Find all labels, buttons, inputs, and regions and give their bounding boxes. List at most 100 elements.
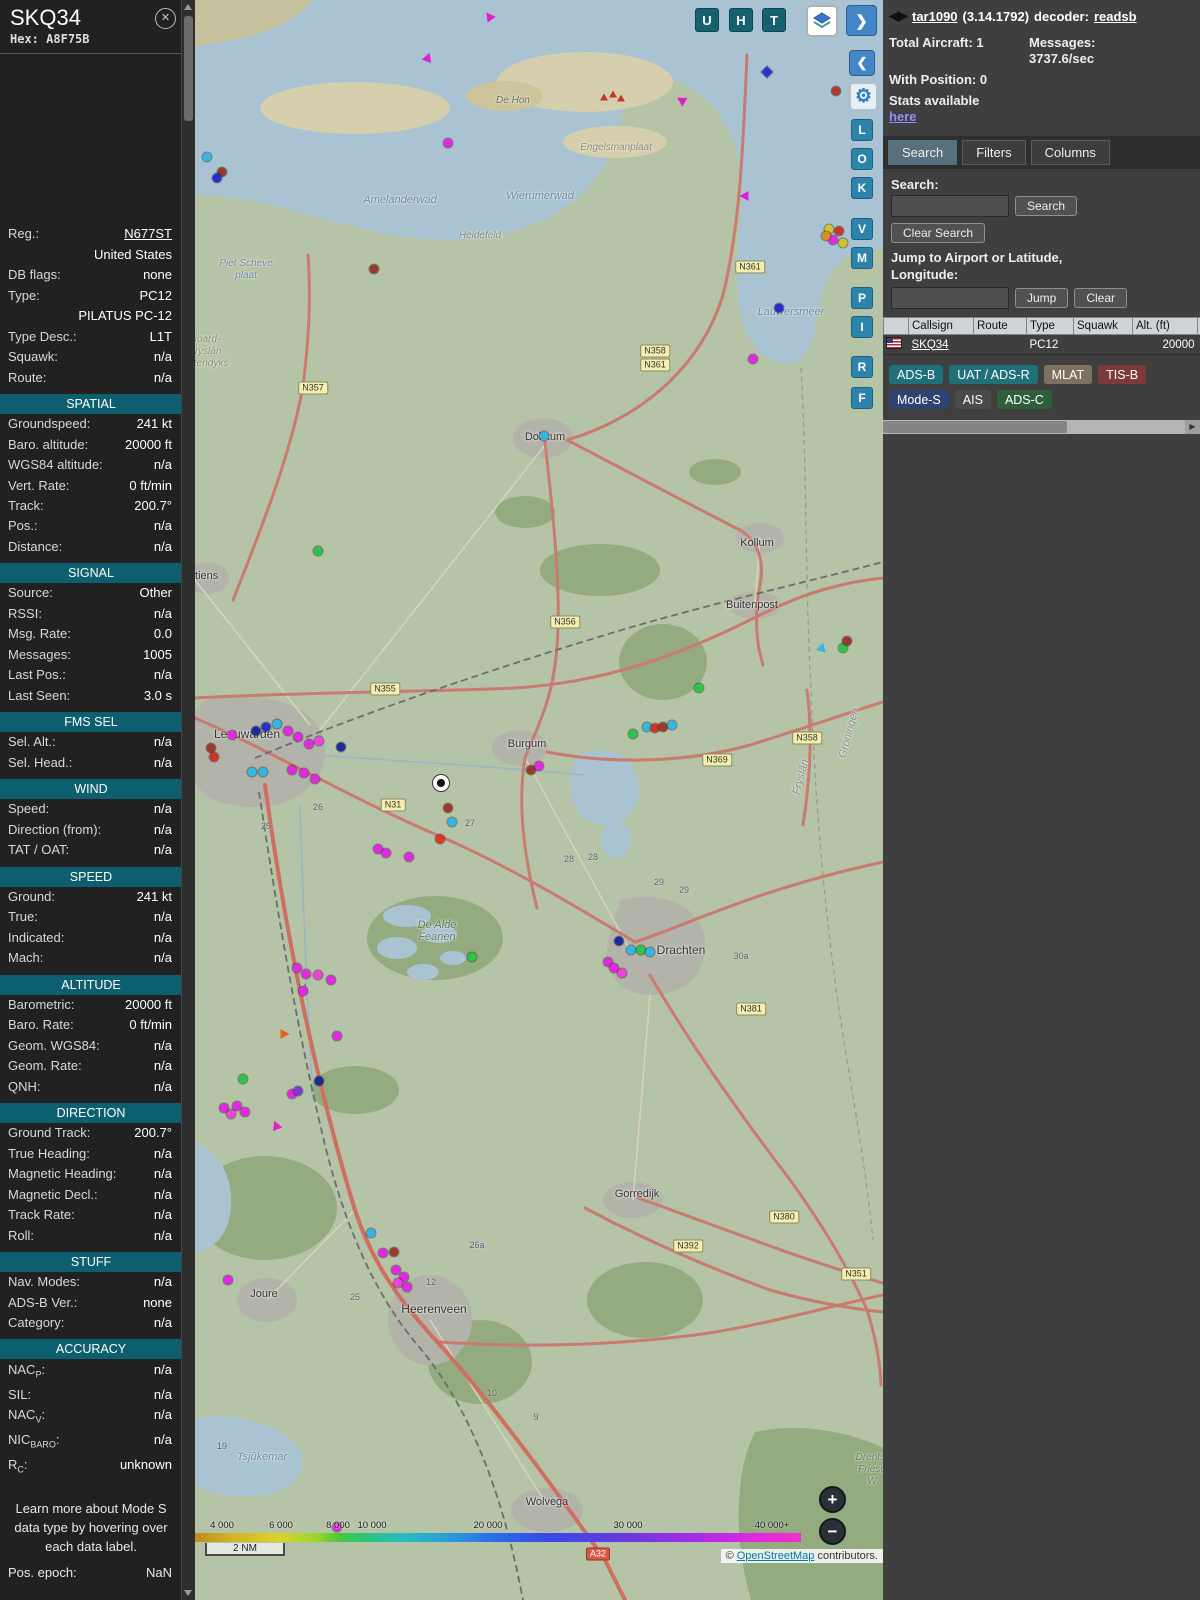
filter-tis-b[interactable]: TIS-B — [1098, 365, 1147, 384]
aircraft-marker[interactable] — [534, 761, 544, 771]
filter-ais[interactable]: AIS — [954, 390, 991, 409]
aircraft-marker[interactable] — [332, 1031, 342, 1041]
aircraft-marker[interactable] — [272, 719, 282, 729]
aircraft-marker[interactable] — [299, 768, 309, 778]
jump-button[interactable]: Jump — [1015, 288, 1069, 308]
field-value[interactable]: N677ST — [124, 226, 172, 242]
hscroll-right-arrow-icon[interactable]: ▶ — [1185, 420, 1200, 434]
aircraft-marker[interactable] — [293, 1086, 303, 1096]
aircraft-marker[interactable] — [614, 936, 624, 946]
aircraft-marker[interactable] — [287, 765, 297, 775]
filter-ads-b[interactable]: ADS-B — [889, 365, 944, 384]
aircraft-marker[interactable] — [838, 238, 848, 248]
aircraft-marker[interactable] — [774, 303, 784, 313]
aircraft-marker[interactable] — [447, 817, 457, 827]
sidebar-expand-button[interactable]: ❯ — [846, 5, 877, 36]
column-header[interactable]: Alt. (ft) — [1132, 317, 1198, 335]
osm-link[interactable]: OpenStreetMap — [737, 1550, 815, 1562]
aircraft-marker[interactable] — [831, 86, 841, 96]
aircraft-marker[interactable] — [304, 739, 314, 749]
column-header[interactable]: Callsign — [908, 317, 974, 335]
map-button-m[interactable]: M — [851, 247, 873, 269]
layers-control[interactable] — [806, 5, 838, 37]
aircraft-marker[interactable] — [313, 970, 323, 980]
aircraft-marker[interactable] — [206, 743, 216, 753]
scroll-down-icon[interactable] — [184, 1590, 192, 1596]
aircraft-marker[interactable] — [443, 803, 453, 813]
aircraft-marker[interactable] — [280, 1029, 290, 1039]
aircraft-marker[interactable] — [391, 1265, 401, 1275]
aircraft-marker[interactable] — [381, 848, 391, 858]
aircraft-marker[interactable] — [226, 1109, 236, 1119]
aircraft-marker[interactable] — [628, 729, 638, 739]
aircraft-marker[interactable] — [636, 945, 646, 955]
aircraft-marker[interactable] — [694, 683, 704, 693]
map-button-i[interactable]: I — [851, 316, 873, 338]
tab-columns[interactable]: Columns — [1030, 140, 1110, 165]
aircraft-marker[interactable] — [258, 767, 268, 777]
aircraft-marker[interactable] — [301, 969, 311, 979]
aircraft-marker[interactable] — [209, 752, 219, 762]
zoom-in-button[interactable]: + — [819, 1486, 846, 1513]
scroll-up-icon[interactable] — [184, 4, 192, 10]
callsign-link[interactable]: SKQ34 — [912, 339, 949, 351]
tab-filters[interactable]: Filters — [962, 140, 1026, 165]
aircraft-marker[interactable] — [202, 152, 212, 162]
aircraft-marker[interactable] — [617, 968, 627, 978]
aircraft-marker[interactable] — [369, 264, 379, 274]
aircraft-marker[interactable] — [292, 963, 302, 973]
aircraft-marker[interactable] — [247, 767, 257, 777]
app-name-link[interactable]: tar1090 — [912, 9, 958, 24]
aircraft-marker[interactable] — [393, 1278, 403, 1288]
map[interactable]: DokkumKollumBuitenpostBurgumDrachtenGorr… — [195, 0, 883, 1600]
table-horizontal-scrollbar[interactable]: ▶ — [883, 420, 1200, 434]
map-button-r[interactable]: R — [851, 356, 873, 378]
decoder-link[interactable]: readsb — [1094, 9, 1137, 24]
filter-mlat[interactable]: MLAT — [1043, 365, 1093, 384]
map-button-t[interactable]: T — [762, 8, 786, 32]
map-button-u[interactable]: U — [695, 8, 719, 32]
map-button-h[interactable]: H — [729, 8, 753, 32]
aircraft-marker[interactable] — [404, 852, 414, 862]
aircraft-marker[interactable] — [314, 736, 324, 746]
aircraft-marker[interactable] — [326, 975, 336, 985]
map-button-l[interactable]: L — [851, 119, 873, 141]
settings-gear-icon[interactable]: ⚙ — [850, 83, 877, 110]
sidebar-collapse-button[interactable]: ❮ — [849, 50, 875, 76]
map-button-f[interactable]: F — [851, 387, 873, 409]
aircraft-marker[interactable] — [821, 231, 831, 241]
search-input[interactable] — [891, 195, 1009, 217]
aircraft-marker[interactable] — [645, 947, 655, 957]
close-icon[interactable]: ✕ — [155, 8, 176, 29]
scrollbar-thumb[interactable] — [184, 16, 193, 121]
search-button[interactable]: Search — [1015, 196, 1078, 216]
map-button-k[interactable]: K — [851, 177, 873, 199]
aircraft-marker[interactable] — [834, 226, 844, 236]
aircraft-marker[interactable] — [609, 90, 617, 98]
map-button-o[interactable]: O — [851, 148, 873, 170]
aircraft-marker[interactable] — [223, 1275, 233, 1285]
aircraft-marker[interactable] — [298, 986, 308, 996]
column-header[interactable]: Route — [973, 317, 1027, 335]
aircraft-marker[interactable] — [626, 945, 636, 955]
aircraft-marker[interactable] — [332, 1522, 342, 1532]
aircraft-marker[interactable] — [389, 1247, 399, 1257]
aircraft-marker[interactable] — [293, 732, 303, 742]
aircraft-marker[interactable] — [402, 1282, 412, 1292]
left-panel-scrollbar[interactable] — [181, 0, 195, 1600]
aircraft-marker[interactable] — [313, 546, 323, 556]
aircraft-marker[interactable] — [443, 138, 453, 148]
aircraft-marker[interactable] — [283, 726, 293, 736]
aircraft-marker[interactable] — [240, 1107, 250, 1117]
aircraft-marker[interactable] — [617, 94, 625, 102]
aircraft-marker[interactable] — [739, 191, 749, 201]
stats-here-link[interactable]: here — [889, 109, 916, 124]
aircraft-marker[interactable] — [842, 636, 852, 646]
filter-ads-c[interactable]: ADS-C — [996, 390, 1052, 409]
aircraft-marker[interactable] — [748, 354, 758, 364]
aircraft-marker[interactable] — [366, 1228, 376, 1238]
aircraft-marker[interactable] — [658, 722, 668, 732]
jump-clear-button[interactable]: Clear — [1074, 288, 1128, 308]
aircraft-marker[interactable] — [435, 834, 445, 844]
aircraft-marker[interactable] — [336, 742, 346, 752]
